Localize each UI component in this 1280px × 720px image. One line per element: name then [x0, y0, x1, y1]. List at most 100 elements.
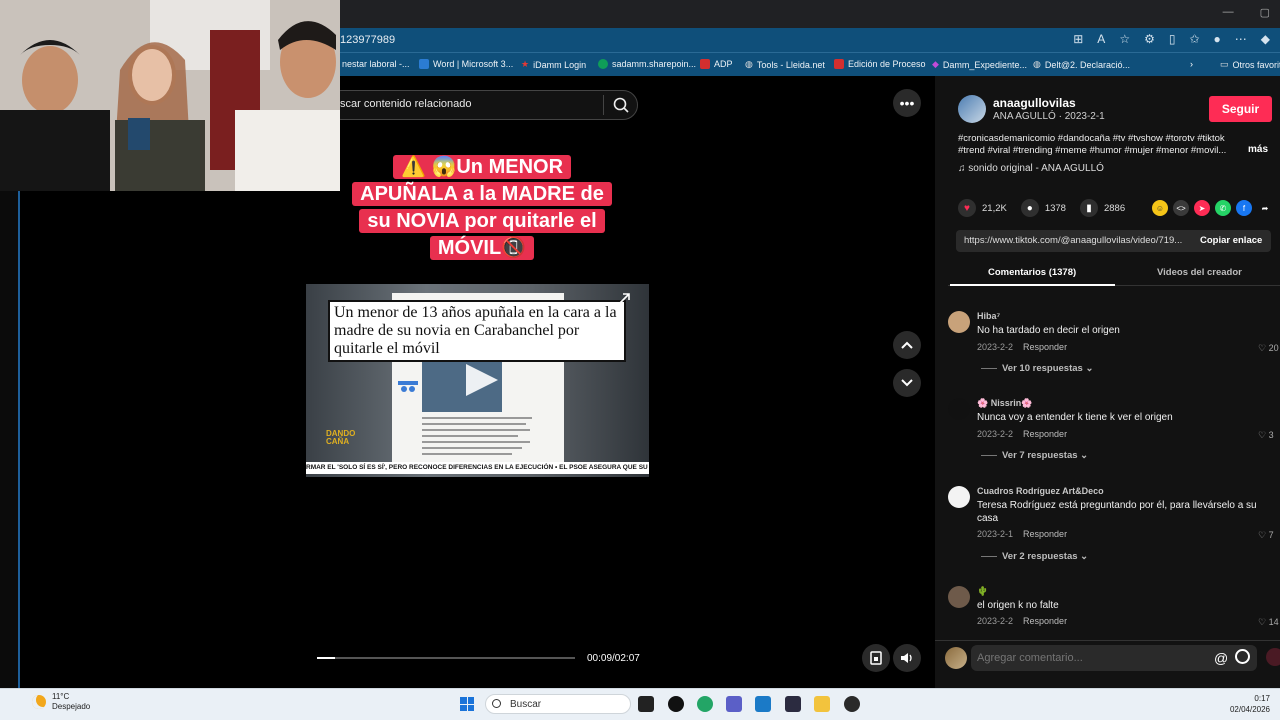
previous-video-button[interactable] — [893, 331, 921, 359]
emoji-icon[interactable] — [1235, 649, 1250, 664]
minimize-icon[interactable]: — — [1223, 6, 1234, 19]
view-replies-button[interactable]: Ver 10 respuestas ⌄ — [981, 363, 1093, 374]
edge-icon[interactable] — [697, 696, 713, 712]
comment-likes[interactable]: ♡ 7 — [1258, 530, 1274, 541]
expand-icon[interactable] — [617, 292, 631, 306]
view-replies-button[interactable]: Ver 7 respuestas ⌄ — [981, 450, 1088, 461]
facebook-icon[interactable]: f — [1236, 200, 1252, 216]
chevron-down-icon — [901, 379, 913, 387]
favorite-star-icon[interactable]: ☆ — [1119, 32, 1130, 46]
task-view-icon[interactable] — [638, 696, 654, 712]
comment-likes[interactable]: ♡ 14 — [1258, 617, 1279, 628]
comment-stat[interactable]: ● 1378 — [1020, 199, 1066, 217]
affinity-icon[interactable] — [785, 696, 801, 712]
comment-text: No ha tardado en decir el origen — [977, 325, 1120, 336]
bookmark-item[interactable]: Edición de Proceso — [834, 59, 926, 69]
bookmark-item[interactable]: ★ iDamm Login — [521, 59, 586, 70]
search-icon[interactable] — [612, 96, 630, 114]
bookmark-item[interactable]: sadamm.sharepoin... — [598, 59, 696, 69]
tab-comments[interactable]: Comentarios (1378) — [988, 267, 1076, 278]
volume-button[interactable] — [893, 644, 921, 672]
bookmark-icon: ▮ — [1079, 199, 1098, 217]
news-ticker: RMAR EL 'SOLO SÍ ES SÍ', PERO RECONOCE D… — [306, 462, 649, 474]
save-stat[interactable]: ▮ 2886 — [1079, 199, 1125, 217]
captions-icon — [870, 651, 882, 665]
reply-button[interactable]: Responder — [1023, 429, 1067, 439]
comment-likes[interactable]: ♡ 20 — [1258, 343, 1279, 354]
panel-tabs: Comentarios (1378) Videos del creador — [948, 262, 1280, 286]
reply-button[interactable]: Responder — [1023, 616, 1067, 626]
profile-avatar[interactable]: ● — [1214, 32, 1221, 46]
split-screen-icon[interactable]: ▯ — [1169, 32, 1176, 46]
taskbar-search[interactable]: Buscar — [485, 694, 631, 714]
like-stat[interactable]: ♥ 21,2K — [958, 199, 1007, 217]
teams-icon[interactable] — [726, 696, 742, 712]
chevron-right-icon[interactable]: › — [1190, 59, 1193, 69]
copilot-icon[interactable]: ◆ — [1261, 32, 1270, 46]
send-comment-button[interactable] — [1266, 648, 1280, 666]
play-icon[interactable] — [464, 362, 500, 398]
comment-text: el origen k no falte — [977, 600, 1059, 611]
bookmark-item[interactable]: ▭ Otros favorit — [1220, 59, 1280, 70]
reply-button[interactable]: Responder — [1023, 342, 1067, 352]
captions-button[interactable] — [862, 644, 890, 672]
search-icon — [492, 699, 501, 708]
favorites-icon[interactable]: ✩ — [1189, 32, 1199, 46]
tiktok-icon[interactable] — [668, 696, 684, 712]
system-clock[interactable]: 0:17 02/04/2026 — [1230, 693, 1270, 715]
bookmark-item[interactable]: ADP — [700, 59, 733, 69]
creator-avatar[interactable] — [958, 95, 986, 123]
video-progress-bar[interactable] — [317, 657, 575, 659]
extensions-icon[interactable]: ⚙ — [1144, 32, 1155, 46]
comment-author[interactable]: Cuadros Rodríguez Art&Deco — [977, 486, 1104, 496]
video-progress-fill — [317, 657, 336, 659]
bookmark-item[interactable]: ◍ Tools - Lleida.net — [745, 59, 825, 70]
share-arrow-icon[interactable]: ➦ — [1257, 200, 1273, 216]
comment-meta: 2023-2-2 Responder — [977, 429, 1068, 439]
start-button[interactable] — [460, 697, 474, 711]
comment-avatar[interactable] — [948, 486, 970, 508]
mention-icon[interactable]: @ — [1214, 650, 1228, 666]
view-replies-button[interactable]: Ver 2 respuestas ⌄ — [981, 551, 1088, 562]
bookmark-item[interactable]: Word | Microsoft 3... — [419, 59, 513, 69]
weather-widget[interactable]: 11°C Despejado — [32, 692, 90, 712]
comment-avatar[interactable] — [948, 311, 970, 333]
embed-icon[interactable]: <> — [1173, 200, 1189, 216]
star-icon: ★ — [521, 59, 530, 69]
bookmark-item[interactable]: ◍ Delt@2. Declaració... — [1033, 59, 1130, 70]
send-icon[interactable]: ➤ — [1194, 200, 1210, 216]
more-description-button[interactable]: más — [1248, 144, 1268, 155]
comment-likes[interactable]: ♡ 3 — [1258, 430, 1274, 441]
store-icon[interactable] — [755, 696, 771, 712]
copy-link-button[interactable]: Copiar enlace — [1200, 235, 1262, 246]
obs-icon[interactable] — [844, 696, 860, 712]
bookmark-item[interactable]: ◆ Damm_Expediente... — [932, 59, 1027, 70]
file-explorer-icon[interactable] — [814, 696, 830, 712]
comment-author[interactable]: 🌵 — [977, 586, 988, 597]
whatsapp-icon[interactable]: ✆ — [1215, 200, 1231, 216]
emoji-share-icon[interactable]: ☺ — [1152, 200, 1168, 216]
bookmark-item[interactable]: nestar laboral -... — [342, 59, 410, 69]
comment-count: 1378 — [1044, 202, 1066, 214]
translate-icon[interactable]: A — [1097, 32, 1105, 46]
window-controls: — ▢ — [1223, 6, 1270, 19]
globe-icon: ◍ — [745, 59, 753, 69]
music-row[interactable]: ♫ sonido original - ANA AGULLÓ — [958, 163, 1104, 174]
comment-avatar[interactable] — [948, 398, 970, 420]
tab-creator-videos[interactable]: Videos del creador — [1157, 267, 1242, 278]
apps-icon[interactable]: ⊞ — [1073, 32, 1083, 46]
next-video-button[interactable] — [893, 369, 921, 397]
reply-button[interactable]: Responder — [1023, 529, 1067, 539]
comment-author[interactable]: 🌸 Nissrin🌸 — [977, 398, 1032, 409]
left-pane — [20, 191, 306, 688]
follow-button[interactable]: Seguir — [1209, 96, 1272, 122]
share-link[interactable]: https://www.tiktok.com/@anaagullovilas/v… — [964, 235, 1192, 246]
comment-author[interactable]: Hiba⁷ — [977, 311, 1000, 321]
more-options-button[interactable]: ••• — [893, 89, 921, 117]
comment-avatar[interactable] — [948, 586, 970, 608]
creator-username[interactable]: anaagullovilas — [993, 96, 1076, 110]
more-menu-icon[interactable]: ⋯ — [1235, 32, 1247, 46]
maximize-icon[interactable]: ▢ — [1260, 6, 1270, 19]
share-icons: ☺ <> ➤ ✆ f ➦ — [1152, 200, 1273, 216]
address-text[interactable]: 123977989 — [340, 34, 395, 46]
